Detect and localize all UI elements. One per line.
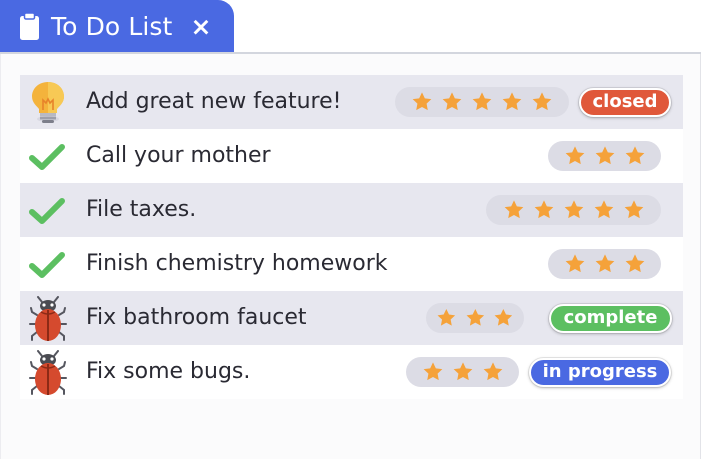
tab-title: To Do List [51, 12, 173, 41]
star-icon [564, 200, 583, 219]
star-icon [437, 308, 456, 326]
tab-to-do-list[interactable]: To Do List × [0, 0, 234, 53]
priority-stars[interactable] [548, 141, 661, 171]
star-icon [494, 308, 513, 326]
star-icon [534, 200, 553, 219]
priority-stars[interactable] [426, 303, 524, 333]
priority-stars[interactable] [548, 249, 661, 279]
bug-icon [29, 350, 67, 395]
star-icon [624, 200, 643, 219]
star-icon [625, 146, 644, 165]
star-icon [423, 362, 442, 381]
todo-label: Finish chemistry homework [86, 251, 388, 276]
checkmark-icon [29, 252, 65, 278]
star-icon [532, 92, 552, 111]
status-badge[interactable]: closed [579, 88, 671, 117]
star-icon [625, 254, 644, 273]
star-icon [483, 362, 502, 381]
star-icon [442, 92, 462, 111]
todo-panel: Add great new feature! closed Call your mo… [0, 54, 701, 459]
star-icon [504, 200, 523, 219]
star-icon [412, 92, 432, 111]
todo-row[interactable]: Fix bathroom faucet complete [20, 291, 683, 345]
star-icon [594, 200, 613, 219]
star-icon [453, 362, 472, 381]
todo-app: To Do List × Add great new feature! close… [0, 0, 701, 459]
star-icon [466, 308, 484, 326]
priority-stars[interactable] [406, 357, 519, 387]
todo-row[interactable]: Call your mother [20, 129, 683, 183]
bug-icon [29, 296, 67, 341]
todo-label: Fix bathroom faucet [86, 305, 307, 330]
status-badge[interactable]: in progress [529, 358, 671, 387]
todo-label: File taxes. [86, 197, 197, 222]
checkmark-icon [29, 198, 65, 224]
star-icon [472, 92, 492, 111]
lightbulb-icon [32, 82, 64, 123]
todo-label: Call your mother [86, 143, 271, 168]
priority-stars[interactable] [395, 87, 569, 117]
todo-row[interactable]: Add great new feature! closed [20, 75, 683, 129]
star-icon [565, 254, 584, 273]
star-icon [502, 92, 522, 111]
todo-label: Add great new feature! [86, 89, 342, 114]
todo-row[interactable]: Finish chemistry homework [20, 237, 683, 291]
todo-label: Fix some bugs. [86, 359, 251, 384]
tab-close-button[interactable]: × [190, 14, 211, 39]
checkmark-icon [29, 144, 65, 170]
todo-row[interactable]: Fix some bugs. in progress [20, 345, 683, 399]
clipboard-icon [20, 12, 39, 40]
star-icon [595, 254, 614, 273]
todo-row[interactable]: File taxes. [20, 183, 683, 237]
status-badge[interactable]: complete [549, 304, 672, 333]
todo-list: Add great new feature! closed Call your mo… [20, 75, 683, 399]
star-icon [595, 146, 614, 165]
star-icon [565, 146, 584, 165]
priority-stars[interactable] [486, 195, 661, 225]
